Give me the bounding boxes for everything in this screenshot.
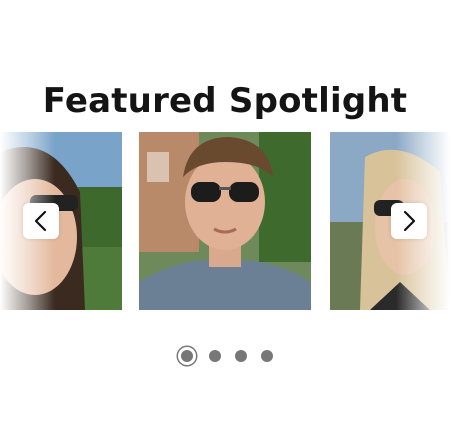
pagination-dot-2[interactable] (209, 350, 221, 362)
pagination-dot-4[interactable] (261, 350, 273, 362)
pagination-dot-1[interactable] (181, 350, 193, 362)
slide-woman-left[interactable] (0, 132, 122, 310)
chevron-left-icon (34, 210, 47, 232)
carousel-pagination (176, 345, 287, 367)
spotlight-carousel (0, 132, 450, 310)
next-slide-button[interactable] (391, 203, 427, 239)
pagination-dot-3[interactable] (235, 350, 247, 362)
slide-woman-right[interactable] (330, 132, 450, 310)
man-sunglasses-photo (139, 132, 311, 310)
section-title: Featured Spotlight (42, 80, 408, 121)
chevron-right-icon (403, 210, 416, 232)
prev-slide-button[interactable] (23, 203, 59, 239)
slide-man-sunglasses[interactable] (139, 132, 311, 310)
